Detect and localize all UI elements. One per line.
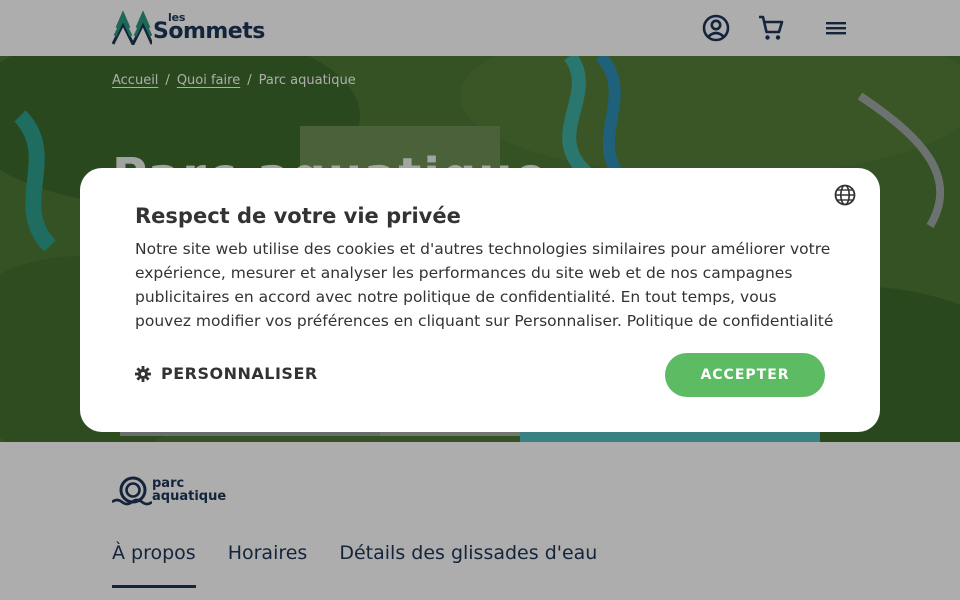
customize-label: PERSONNALISER bbox=[161, 364, 318, 383]
customize-button[interactable]: PERSONNALISER bbox=[135, 364, 318, 383]
globe-icon[interactable] bbox=[833, 183, 857, 207]
cookie-consent-dialog: Respect de votre vie privée Notre site w… bbox=[80, 168, 880, 432]
accept-cookies-button[interactable]: ACCEPTER bbox=[665, 353, 825, 397]
cookie-dialog-text: Notre site web utilise des cookies et d'… bbox=[135, 240, 834, 330]
cookie-dialog-title: Respect de votre vie privée bbox=[135, 204, 461, 228]
gear-icon bbox=[135, 365, 151, 382]
